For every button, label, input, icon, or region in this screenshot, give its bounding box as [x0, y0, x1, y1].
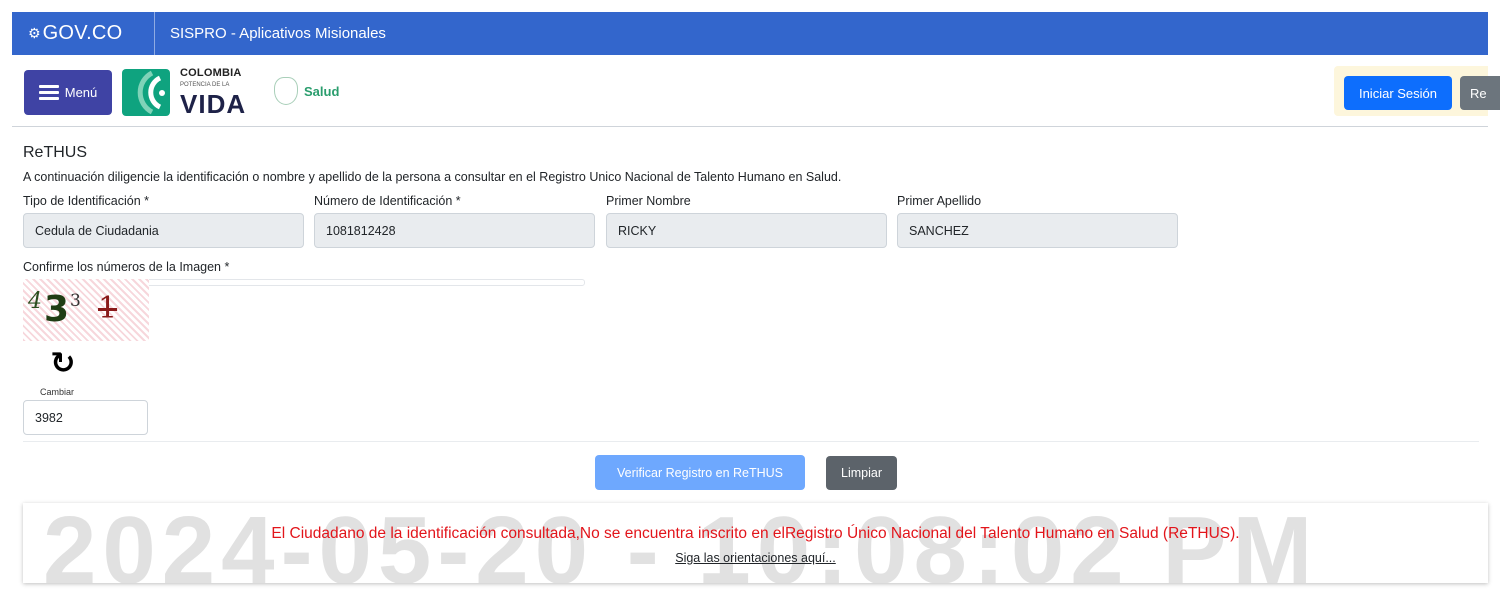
guidance-link-text[interactable]: Siga las orientaciones aquí...: [675, 551, 836, 565]
refresh-icon[interactable]: ↻: [46, 347, 80, 380]
clear-button[interactable]: Limpiar: [826, 456, 897, 490]
rethus-form: ReTHUS A continuación diligencie la iden…: [12, 127, 1488, 607]
coat-of-arms-icon: [274, 77, 298, 105]
captcha-digit: 3: [44, 289, 70, 330]
instructions-text: A continuación diligencie la identificac…: [23, 170, 842, 184]
last-name-input[interactable]: SANCHEZ: [897, 213, 1178, 248]
logo-potencia-text: POTENCIA DE LA: [180, 82, 230, 88]
shield-icon: ⚙: [28, 25, 41, 41]
captcha-input[interactable]: 3982: [23, 400, 148, 435]
id-type-label: Tipo de Identificación *: [23, 194, 150, 208]
logo-colombia-text: COLOMBIA: [180, 67, 242, 79]
captcha-digit: 3: [70, 291, 81, 311]
captcha-digit: 1: [98, 291, 118, 326]
colombia-mark-icon: [122, 69, 170, 116]
verify-rethus-button[interactable]: Verificar Registro en ReTHUS: [595, 455, 805, 490]
first-name-input[interactable]: RICKY: [606, 213, 887, 248]
menu-button[interactable]: Menú: [24, 70, 112, 115]
last-name-label: Primer Apellido: [897, 194, 982, 208]
id-type-select[interactable]: Cedula de Ciudadania: [23, 213, 304, 248]
result-message: El Ciudadano de la identificación consul…: [271, 525, 1240, 542]
gov-co-label: GOV.CO: [42, 22, 123, 44]
gov-co-logo[interactable]: ⚙ GOV.CO: [12, 12, 155, 55]
login-button[interactable]: Iniciar Sesión: [1344, 76, 1452, 110]
divider: [23, 441, 1479, 442]
colombia-potencia-logo: COLOMBIA POTENCIA DE LA VIDA: [122, 67, 262, 119]
first-name-label: Primer Nombre: [606, 194, 691, 208]
gov-topbar: ⚙ GOV.CO SISPRO - Aplicativos Misionales: [12, 12, 1488, 55]
hamburger-icon: [38, 82, 59, 103]
login-area: Iniciar Sesión Re: [1334, 66, 1500, 116]
guidance-link[interactable]: Siga las orientaciones aquí...: [23, 551, 1488, 565]
captcha-image: 4 3 3 1: [23, 279, 149, 341]
salud-label: Salud: [304, 83, 340, 99]
result-panel: 2024-05-20 - 10:08:02 PM El Ciudadano de…: [23, 503, 1488, 583]
page-title: ReTHUS: [23, 144, 88, 161]
id-number-label: Número de Identificación *: [314, 194, 461, 208]
captcha-digit: 4: [28, 289, 42, 314]
id-number-input[interactable]: 1081812428: [314, 213, 595, 248]
change-captcha-label[interactable]: Cambiar: [40, 387, 74, 397]
salud-logo: Salud: [274, 77, 339, 105]
logo-vida-text: VIDA: [180, 89, 247, 119]
app-title: SISPRO - Aplicativos Misionales: [170, 25, 386, 42]
captcha-label: Confirme los números de la Imagen *: [23, 260, 230, 274]
register-button[interactable]: Re: [1460, 76, 1500, 110]
menu-label: Menú: [64, 85, 98, 100]
site-header: Menú COLOMBIA POTENCIA DE LA VIDA Salud …: [12, 55, 1500, 127]
timestamp-watermark: 2024-05-20 - 10:08:02 PM: [43, 503, 1319, 583]
